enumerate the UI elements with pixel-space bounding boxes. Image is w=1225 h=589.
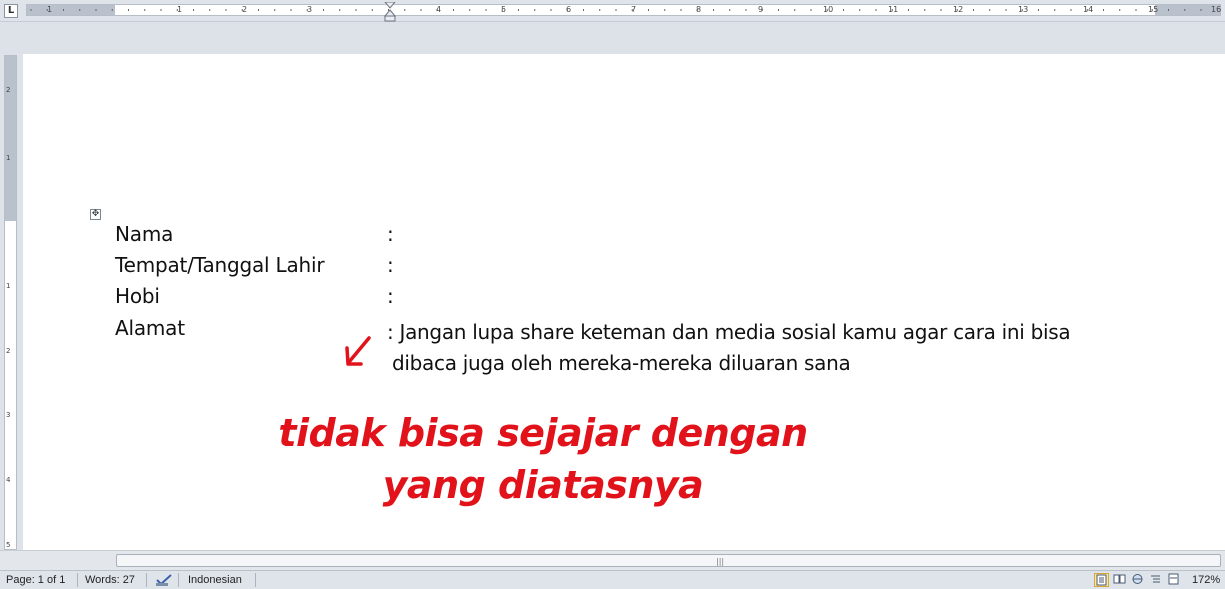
horizontal-scrollbar[interactable]: ||| (0, 550, 1225, 571)
tab-stop-left-icon[interactable]: L (4, 4, 18, 18)
red-arrow-down-left-icon (345, 336, 371, 366)
vertical-ruler[interactable]: 2 1 1 2 3 4 5 (4, 55, 17, 550)
ruler-label: 6 (566, 5, 572, 14)
ruler-label: 3 (307, 5, 313, 14)
status-separator (77, 573, 78, 587)
web-layout-icon[interactable] (1131, 573, 1146, 587)
language-indicator[interactable]: Indonesian (188, 574, 242, 586)
address-line-1: : Jangan lupa share keteman dan media so… (387, 320, 1071, 344)
draft-icon[interactable] (1167, 573, 1182, 587)
vruler-label: 2 (6, 86, 11, 94)
ruler-label: 2 (242, 5, 248, 14)
ruler-label: 1 (177, 5, 183, 14)
vruler-label: 5 (6, 541, 11, 549)
field-colon: : (387, 222, 394, 246)
full-screen-reading-icon[interactable] (1113, 573, 1128, 587)
status-separator (255, 573, 256, 587)
ruler-label: 4 (436, 5, 442, 14)
document-page[interactable]: ✥ Nama : Tempat/Tanggal Lahir : Hobi : A… (23, 54, 1225, 550)
scrollbar-thumb[interactable] (116, 554, 1221, 567)
ruler-label: 7 (631, 5, 637, 14)
ruler-label: 8 (696, 5, 702, 14)
zoom-level[interactable]: 172% (1192, 574, 1220, 586)
ruler-label: 5 (501, 5, 507, 14)
ruler-toolbar-band (0, 22, 1225, 54)
ruler-label: 12 (953, 5, 964, 14)
ruler-label: 9 (758, 5, 764, 14)
ruler-strip[interactable]: 1 1 2 3 4 5 6 7 8 9 10 11 12 13 14 15 16 (26, 4, 1221, 16)
ruler-ticks (30, 9, 1202, 11)
status-bar: Page: 1 of 1 Words: 27 Indonesian 172% (0, 570, 1225, 589)
field-colon: : (387, 253, 394, 277)
address-value[interactable]: : Jangan lupa share keteman dan media so… (387, 317, 1107, 379)
field-label-tempat-tanggal-lahir: Tempat/Tanggal Lahir (115, 253, 325, 277)
annotation-line-2: yang diatasnya (382, 463, 704, 507)
vruler-label: 2 (6, 347, 11, 355)
vruler-label: 1 (6, 282, 11, 290)
annotation-text: tidak bisa sejajar dengan yang diatasnya (263, 407, 823, 511)
indent-marker-icon[interactable] (384, 2, 396, 22)
address-line-2: dibaca juga oleh mereka-mereka diluaran … (392, 351, 851, 375)
ruler-label: 14 (1083, 5, 1094, 14)
ruler-label: 11 (888, 5, 899, 14)
ruler-label: 10 (823, 5, 834, 14)
field-label-hobi: Hobi (115, 284, 160, 308)
vruler-label: 1 (6, 154, 11, 162)
ruler-label: 1 (47, 5, 53, 14)
print-layout-icon[interactable] (1094, 573, 1109, 587)
table-move-handle-icon[interactable]: ✥ (90, 209, 101, 220)
ruler-label: 15 (1148, 5, 1159, 14)
field-colon: : (387, 284, 394, 308)
annotation-line-1: tidak bisa sejajar dengan (278, 411, 808, 455)
proofing-check-icon[interactable] (155, 573, 173, 587)
ruler-label: 13 (1018, 5, 1029, 14)
horizontal-ruler[interactable]: L 1 1 2 3 4 5 6 7 8 9 10 11 12 13 14 15 … (0, 0, 1225, 22)
scrollbar-grip-icon: ||| (716, 557, 725, 566)
field-label-nama: Nama (115, 222, 174, 246)
outline-icon[interactable] (1149, 573, 1164, 587)
field-label-alamat: Alamat (115, 316, 185, 340)
word-count[interactable]: Words: 27 (85, 574, 135, 586)
ruler-label: 16 (1211, 5, 1222, 14)
status-separator (146, 573, 147, 587)
status-separator (178, 573, 179, 587)
vertical-ruler-margin (5, 56, 16, 221)
page-count[interactable]: Page: 1 of 1 (6, 574, 65, 586)
vruler-label: 4 (6, 476, 11, 484)
vruler-label: 3 (6, 411, 11, 419)
